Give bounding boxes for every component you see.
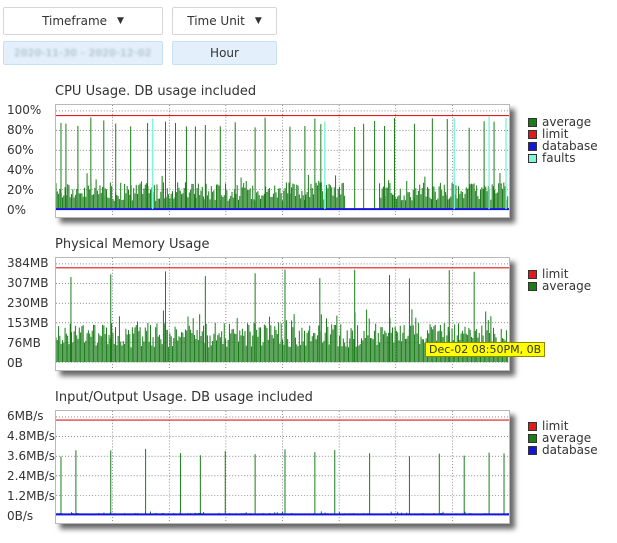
io-usage-chart[interactable]: [55, 410, 510, 524]
y-tick-label: 0B: [7, 356, 23, 370]
cpu-chart-title: CPU Usage. DB usage included: [55, 84, 257, 99]
legend-swatch: [528, 153, 537, 163]
y-tick-label: 3.6MB/s: [7, 449, 55, 463]
legend-swatch: [528, 117, 537, 127]
y-tick-label: 1.2MB/s: [7, 489, 55, 503]
io-legend: limit average database: [528, 420, 598, 456]
y-tick-label: 307MB: [7, 276, 49, 290]
legend-swatch: [528, 421, 537, 431]
legend-label: average: [542, 279, 592, 293]
legend-swatch: [528, 445, 537, 455]
series-average: [56, 448, 509, 516]
y-tick-label: 100%: [7, 103, 42, 117]
legend-swatch: [528, 433, 537, 443]
timeframe-label: Timeframe: [42, 14, 108, 28]
y-tick-label: 76MB: [7, 336, 41, 350]
legend-swatch: [528, 269, 537, 279]
y-tick-label: 153MB: [7, 316, 49, 330]
legend-item-database: database: [528, 444, 598, 456]
series-average: [56, 117, 509, 210]
y-tick-label: 40%: [7, 163, 34, 177]
y-tick-label: 20%: [7, 183, 34, 197]
chevron-down-icon: ▼: [117, 16, 124, 26]
time-unit-value-text: Hour: [210, 46, 239, 60]
y-tick-label: 230MB: [7, 296, 49, 310]
chart-svg: [56, 411, 509, 523]
legend-swatch: [528, 141, 537, 151]
y-tick-label: 80%: [7, 123, 34, 137]
y-tick-label: 0B/s: [7, 509, 34, 523]
y-tick-label: 6MB/s: [7, 409, 44, 423]
series-average-marks: [56, 448, 509, 516]
legend-item-average: average: [528, 280, 591, 292]
legend-swatch: [528, 281, 537, 291]
date-range-input[interactable]: 2020-11-30 - 2020-12-02: [3, 41, 163, 65]
legend-swatch: [528, 129, 537, 139]
legend-label: database: [542, 443, 598, 457]
chart-tooltip: Dec-02 08:50PM, 0B: [425, 342, 546, 357]
y-tick-label: 0%: [7, 203, 27, 217]
y-tick-label: 4.8MB/s: [7, 429, 55, 443]
timeframe-dropdown[interactable]: Timeframe ▼: [3, 7, 163, 35]
cpu-legend: average limit database faults: [528, 116, 598, 164]
memory-legend: limit average: [528, 268, 591, 292]
time-unit-value[interactable]: Hour: [172, 41, 277, 65]
memory-chart-title: Physical Memory Usage: [55, 237, 210, 252]
io-chart-title: Input/Output Usage. DB usage included: [55, 390, 313, 405]
time-unit-dropdown[interactable]: Time Unit ▼: [172, 7, 277, 35]
y-tick-label: 2.4MB/s: [7, 469, 55, 483]
legend-label: faults: [542, 151, 576, 165]
y-tick-label: 60%: [7, 143, 34, 157]
date-range-value: 2020-11-30 - 2020-12-02: [14, 47, 152, 59]
time-unit-label: Time Unit: [187, 14, 245, 28]
legend-item-faults: faults: [528, 152, 598, 164]
series-average-marks: [56, 117, 509, 210]
y-tick-label: 384MB: [7, 256, 49, 270]
chart-svg: [56, 105, 509, 217]
cpu-usage-chart[interactable]: [55, 104, 510, 218]
chevron-down-icon: ▼: [254, 16, 262, 26]
